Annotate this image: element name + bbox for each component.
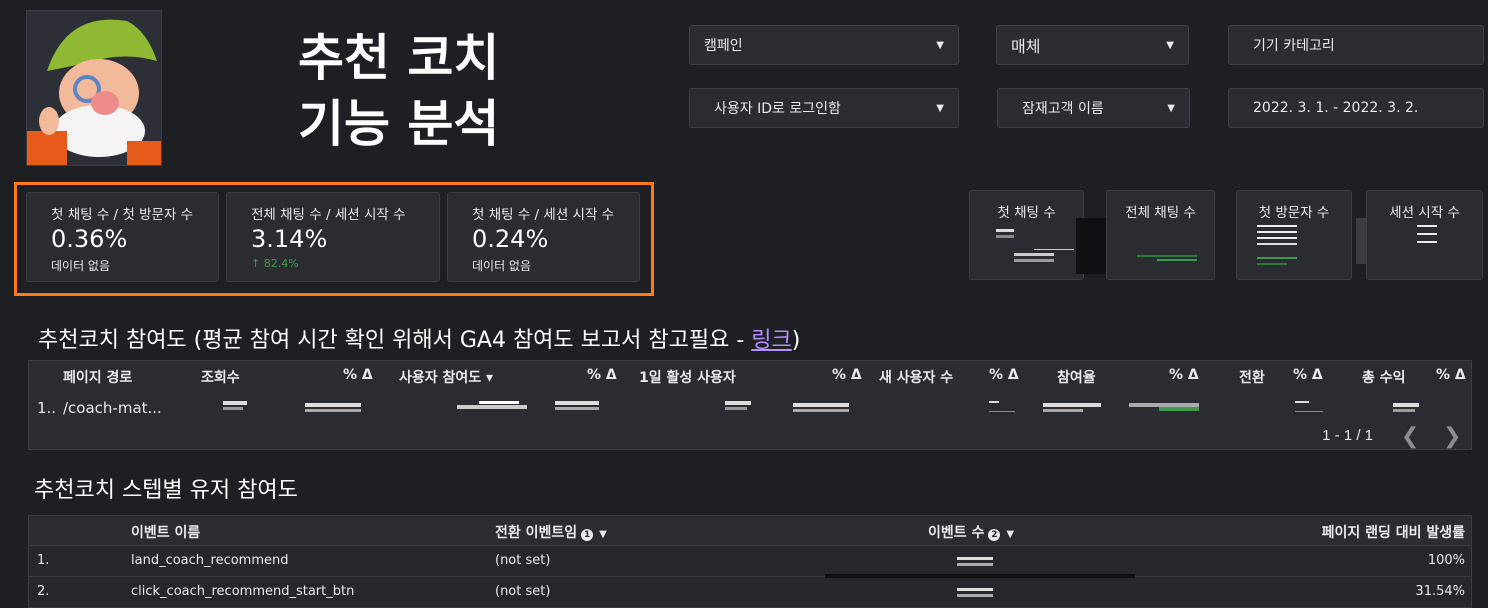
user-id-filter-label: 사용자 ID로 로그인함 — [714, 101, 841, 117]
kpi-delta: ↑ 82.4% — [251, 257, 299, 270]
sort-down-icon: ▼ — [599, 529, 607, 540]
scorecard-total-chat[interactable]: 전체 채팅 수 — [1106, 190, 1215, 280]
col-header-engagement-rate[interactable]: 참여율 — [1057, 367, 1096, 387]
col-header-new-users[interactable]: 새 사용자 수 — [879, 367, 953, 387]
kpi-label: 첫 채팅 수 / 세션 시작 수 — [472, 207, 615, 223]
audience-filter-label: 잠재고객 이름 — [1022, 101, 1104, 117]
info-icon[interactable]: 1 — [581, 529, 594, 541]
kpi-value: 0.36% — [51, 225, 128, 253]
row-landing-rate: 100% — [1427, 553, 1465, 568]
sparkline-redacted — [996, 229, 1074, 262]
chevron-down-icon: ▼ — [936, 102, 944, 114]
campaign-filter-label: 캠페인 — [704, 38, 743, 54]
kpi-card-first-chat-session-rate[interactable]: 첫 채팅 수 / 세션 시작 수 0.24% 데이터 없음 — [447, 192, 640, 282]
kpi-delta: 데이터 없음 — [472, 259, 532, 273]
info-icon[interactable]: 2 — [988, 529, 1001, 541]
section-title-text: 추천코치 참여도 (평균 참여 시간 확인 위해서 GA4 참여도 보고서 참고… — [38, 328, 752, 353]
col-header-event-count[interactable]: 이벤트 수 2 ▼ — [928, 522, 1014, 542]
col-header-conversion-label: 전환 이벤트임 — [495, 525, 578, 541]
sparkline-redacted — [1257, 225, 1297, 265]
chevron-down-icon: ▼ — [1167, 102, 1175, 114]
device-filter-label: 기기 카테고리 — [1253, 38, 1335, 54]
date-range-label: 2022. 3. 1. - 2022. 3. 2. — [1253, 100, 1419, 116]
logo-dwarf-image — [26, 10, 162, 166]
audience-filter[interactable]: 잠재고객 이름 ▼ — [997, 88, 1190, 128]
col-header-active-delta[interactable]: % Δ — [832, 367, 862, 383]
col-header-views[interactable]: 조회수 — [201, 367, 240, 387]
scorecard-first-chat[interactable]: 첫 채팅 수 — [969, 190, 1084, 280]
kpi-label: 전체 채팅 수 / 세션 시작 수 — [251, 207, 406, 223]
sparkline-redacted — [1137, 255, 1197, 261]
pagination-label: 1 - 1 / 1 — [1322, 427, 1373, 444]
page-title: 추천 코치 기능 분석 — [298, 28, 499, 154]
table-header-row: 이벤트 이름 전환 이벤트임 1 ▼ 이벤트 수 2 ▼ 페이지 랜딩 대비 발생률 — [29, 516, 1471, 546]
row-event-name: click_coach_recommend_start_btn — [131, 584, 355, 599]
section-title-step-engagement: 추천코치 스텝별 유저 참여도 — [34, 478, 298, 503]
col-header-views-delta[interactable]: % Δ — [343, 367, 373, 383]
col-header-engagement-delta[interactable]: % Δ — [587, 367, 617, 383]
col-header-1day-active-users[interactable]: 1일 활성 사용자 — [639, 367, 736, 387]
medium-filter[interactable]: 매체 ▼ — [996, 25, 1189, 65]
kpi-card-first-chat-rate[interactable]: 첫 채팅 수 / 첫 방문자 수 0.36% 데이터 없음 — [26, 192, 219, 282]
kpi-delta: 데이터 없음 — [51, 259, 111, 273]
col-header-landing-rate[interactable]: 페이지 랜딩 대비 발생률 — [1322, 522, 1465, 542]
col-header-event-count-label: 이벤트 수 — [928, 525, 985, 541]
step-engagement-table: 이벤트 이름 전환 이벤트임 1 ▼ 이벤트 수 2 ▼ 페이지 랜딩 대비 발생률 1… — [28, 515, 1472, 608]
col-header-engagement-rate-delta[interactable]: % Δ — [1169, 367, 1199, 383]
redacted-event-count — [957, 557, 993, 566]
next-page-icon[interactable]: ❯ — [1443, 423, 1461, 449]
kpi-card-total-chat-rate[interactable]: 전체 채팅 수 / 세션 시작 수 3.14% ↑ 82.4% — [226, 192, 440, 282]
redacted-row-values — [223, 401, 1419, 412]
section-title-end: ) — [791, 328, 801, 353]
section-title-engagement: 추천코치 참여도 (평균 참여 시간 확인 위해서 GA4 참여도 보고서 참고… — [38, 322, 800, 354]
campaign-filter[interactable]: 캠페인 ▼ — [689, 25, 959, 65]
col-header-conversions-delta[interactable]: % Δ — [1293, 367, 1323, 383]
redacted-event-count — [957, 588, 993, 597]
ga4-report-link[interactable]: 링크 — [751, 328, 791, 353]
date-range-picker[interactable]: 2022. 3. 1. - 2022. 3. 2. — [1228, 88, 1484, 128]
sparkline-redacted — [1417, 225, 1437, 243]
user-id-filter[interactable]: 사용자 ID로 로그인함 ▼ — [689, 88, 959, 128]
col-header-conversions[interactable]: 전환 — [1239, 367, 1265, 387]
table-row[interactable]: 1. land_coach_recommend (not set) 100% — [29, 546, 1471, 577]
table-row[interactable]: 2. click_coach_recommend_start_btn (not … — [29, 577, 1471, 608]
device-filter[interactable]: 기기 카테고리 — [1228, 25, 1484, 65]
row-index: 1. — [37, 553, 50, 568]
row-index: 2. — [37, 584, 50, 599]
col-header-user-engagement[interactable]: 사용자 참여도 ▾ — [399, 367, 493, 387]
medium-filter-label: 매체 — [1011, 37, 1041, 56]
row-conversion-event: (not set) — [495, 553, 551, 568]
row-event-name: land_coach_recommend — [131, 553, 289, 568]
engagement-table: 페이지 경로 조회수 % Δ 사용자 참여도 ▾ % Δ 1일 활성 사용자 %… — [28, 360, 1472, 450]
page-title-line1: 추천 코치 — [298, 29, 500, 87]
scorecard-session-start[interactable]: 세션 시작 수 — [1366, 190, 1483, 280]
row-landing-rate: 31.54% — [1415, 584, 1465, 599]
sort-down-icon: ▼ — [1006, 529, 1015, 540]
col-header-page-path[interactable]: 페이지 경로 — [63, 367, 132, 387]
page-title-line2: 기능 분석 — [298, 95, 500, 153]
kpi-label: 첫 채팅 수 / 첫 방문자 수 — [51, 207, 194, 223]
col-header-event-name[interactable]: 이벤트 이름 — [131, 522, 200, 542]
col-header-conversion-event[interactable]: 전환 이벤트임 1 ▼ — [495, 522, 607, 542]
kpi-value: 0.24% — [472, 225, 549, 253]
col-header-revenue-delta[interactable]: % Δ — [1436, 367, 1466, 383]
chevron-down-icon: ▼ — [936, 39, 944, 51]
row-conversion-event: (not set) — [495, 584, 551, 599]
prev-page-icon[interactable]: ❮ — [1401, 423, 1419, 449]
kpi-value: 3.14% — [251, 225, 328, 253]
col-header-total-revenue[interactable]: 총 수익 — [1362, 367, 1406, 387]
col-header-new-users-delta[interactable]: % Δ — [989, 367, 1019, 383]
chevron-down-icon: ▼ — [1166, 39, 1174, 51]
scorecard-first-visitors[interactable]: 첫 방문자 수 — [1236, 190, 1352, 280]
